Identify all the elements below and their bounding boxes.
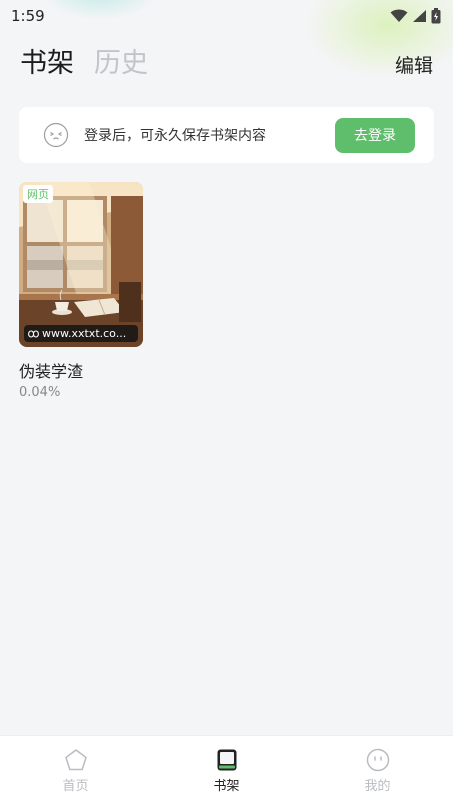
book-title[interactable]: 伪装学渣 (19, 358, 143, 382)
link-icon (28, 329, 39, 338)
status-bar: 1:59 (0, 0, 453, 32)
tab-history[interactable]: 历史 (94, 44, 148, 84)
battery-icon (431, 8, 441, 24)
nav-item-profile[interactable]: 我的 (302, 736, 453, 805)
tab-bookshelf[interactable]: 书架 (20, 44, 74, 84)
source-url-text: www.xxtxt.co... (42, 327, 127, 340)
bottom-nav: 首页 书架 我的 (0, 735, 453, 805)
nav-item-home[interactable]: 首页 (0, 736, 151, 805)
source-url-bar: www.xxtxt.co... (24, 325, 138, 342)
pentagon-icon (64, 749, 87, 771)
smiley-icon (366, 748, 389, 772)
nav-label-bookshelf: 书架 (213, 779, 240, 794)
book-card[interactable]: 网页 www.xxtxt.co... 伪装学渣 0.04% (19, 182, 143, 400)
source-badge: 网页 (23, 185, 53, 203)
signal-icon (413, 10, 426, 22)
face-icon (43, 122, 69, 148)
nav-label-home: 首页 (62, 779, 89, 794)
login-button[interactable]: 去登录 (335, 117, 415, 153)
nav-item-bookshelf[interactable]: 书架 (151, 736, 302, 805)
edit-button[interactable]: 编辑 (395, 51, 433, 78)
wifi-icon (390, 9, 408, 22)
header: 书架 历史 编辑 (0, 44, 453, 84)
cover-art-image (19, 182, 143, 347)
status-icons (390, 8, 441, 24)
bookshelf-icon (217, 749, 236, 771)
nav-label-profile: 我的 (364, 779, 391, 794)
login-banner: 登录后，可永久保存书架内容 去登录 (19, 107, 434, 163)
login-hint-text: 登录后，可永久保存书架内容 (84, 128, 266, 144)
book-cover[interactable]: 网页 www.xxtxt.co... (19, 182, 143, 347)
status-time: 1:59 (11, 7, 45, 25)
reading-progress: 0.04% (19, 385, 61, 400)
